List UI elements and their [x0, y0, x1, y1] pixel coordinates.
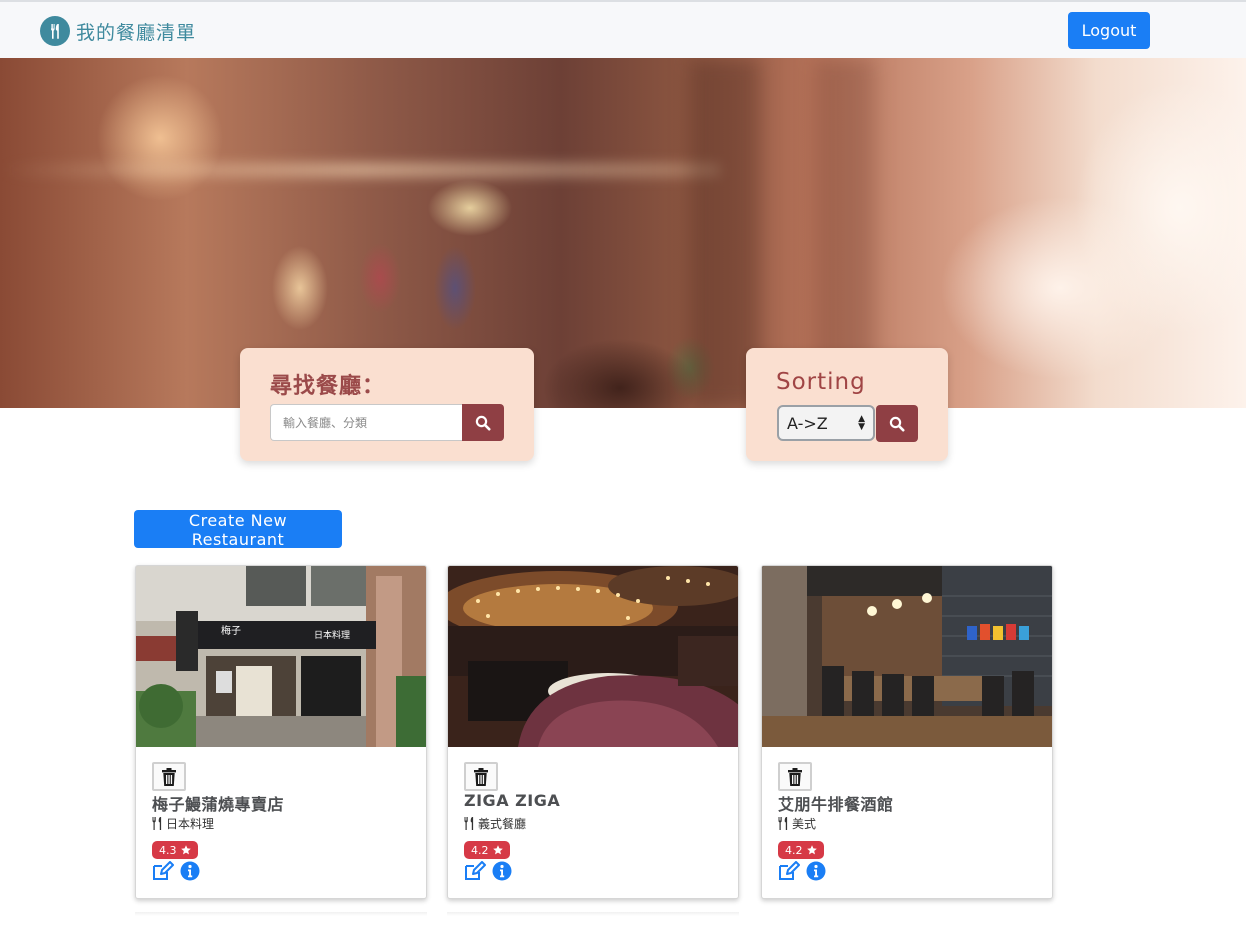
search-title: 尋找餐廳： — [270, 374, 386, 399]
restaurant-category: 義式餐廳 — [464, 815, 526, 832]
search-icon — [889, 416, 905, 431]
category-label: 義式餐廳 — [478, 817, 527, 831]
logout-button[interactable]: Logout — [1068, 12, 1150, 49]
restaurant-category: 日本料理 — [152, 815, 214, 832]
edit-button[interactable] — [778, 861, 800, 885]
info-icon — [492, 861, 512, 881]
select-arrows-icon: ▲ ▼ — [858, 414, 865, 432]
restaurant-name: ZIGA ZIGA — [464, 791, 561, 810]
info-button[interactable] — [180, 861, 200, 885]
search-button[interactable] — [462, 404, 504, 441]
next-row-hint — [135, 912, 427, 916]
utensils-icon — [152, 817, 162, 830]
delete-button[interactable] — [152, 762, 186, 791]
utensils-icon — [40, 16, 70, 46]
edit-icon — [153, 861, 174, 880]
search-input[interactable] — [270, 404, 462, 441]
star-icon — [180, 845, 191, 855]
sort-panel: Sorting A->Z ▲ ▼ — [746, 348, 948, 461]
card-body: ZIGA ZIGA 義式餐廳 4.2 — [448, 747, 738, 898]
edit-button[interactable] — [464, 861, 486, 885]
restaurant-card: ZIGA ZIGA 義式餐廳 4.2 — [447, 565, 739, 899]
card-body: 艾朋牛排餐酒館 美式 4.2 — [762, 747, 1052, 898]
restaurant-photo[interactable] — [762, 566, 1052, 747]
category-label: 美式 — [792, 817, 817, 831]
trash-icon — [162, 767, 176, 786]
next-row-hint — [447, 912, 739, 916]
sort-title: Sorting — [776, 369, 866, 395]
delete-button[interactable] — [464, 762, 498, 791]
utensils-icon — [778, 817, 788, 830]
trash-icon — [474, 767, 488, 786]
rating-badge: 4.2 — [778, 841, 824, 859]
svg-text:日本料理: 日本料理 — [314, 629, 350, 641]
restaurant-card: 梅子 日本料理 梅子鰻蒲燒專賣店 日本料理 4.3 — [135, 565, 427, 899]
restaurant-photo[interactable]: 梅子 日本料理 — [136, 566, 426, 747]
sort-select[interactable]: A->Z ▲ ▼ — [777, 405, 875, 441]
restaurant-name: 梅子鰻蒲燒專賣店 — [152, 795, 285, 814]
info-button[interactable] — [492, 861, 512, 885]
info-button[interactable] — [806, 861, 826, 885]
brand-title: 我的餐廳清單 — [76, 21, 197, 44]
rating-badge: 4.2 — [464, 841, 510, 859]
rating-value: 4.3 — [159, 843, 177, 857]
navbar: 我的餐廳清單 Logout — [0, 2, 1246, 58]
info-icon — [180, 861, 200, 881]
category-label: 日本料理 — [166, 817, 215, 831]
star-icon — [806, 845, 817, 855]
edit-button[interactable] — [152, 861, 174, 885]
sort-selected-value: A->Z — [787, 413, 828, 433]
hero-banner — [0, 58, 1246, 408]
utensils-icon — [464, 817, 474, 830]
restaurant-photo[interactable] — [448, 566, 738, 747]
sort-button[interactable] — [876, 405, 918, 442]
trash-icon — [788, 767, 802, 786]
star-icon — [492, 845, 503, 855]
rating-value: 4.2 — [471, 843, 489, 857]
delete-button[interactable] — [778, 762, 812, 791]
create-restaurant-button[interactable]: Create New Restaurant — [134, 510, 342, 549]
search-panel: 尋找餐廳： — [240, 348, 534, 461]
card-body: 梅子鰻蒲燒專賣店 日本料理 4.3 — [136, 747, 426, 898]
hero-blur-light — [0, 163, 720, 177]
edit-icon — [465, 861, 486, 880]
info-icon — [806, 861, 826, 881]
search-icon — [475, 415, 491, 430]
svg-text:梅子: 梅子 — [221, 624, 241, 637]
restaurant-card: 艾朋牛排餐酒館 美式 4.2 — [761, 565, 1053, 899]
brand-link[interactable]: 我的餐廳清單 — [40, 16, 196, 46]
rating-value: 4.2 — [785, 843, 803, 857]
edit-icon — [779, 861, 800, 880]
restaurant-category: 美式 — [778, 815, 816, 832]
restaurant-name: 艾朋牛排餐酒館 — [778, 795, 894, 814]
rating-badge: 4.3 — [152, 841, 198, 859]
